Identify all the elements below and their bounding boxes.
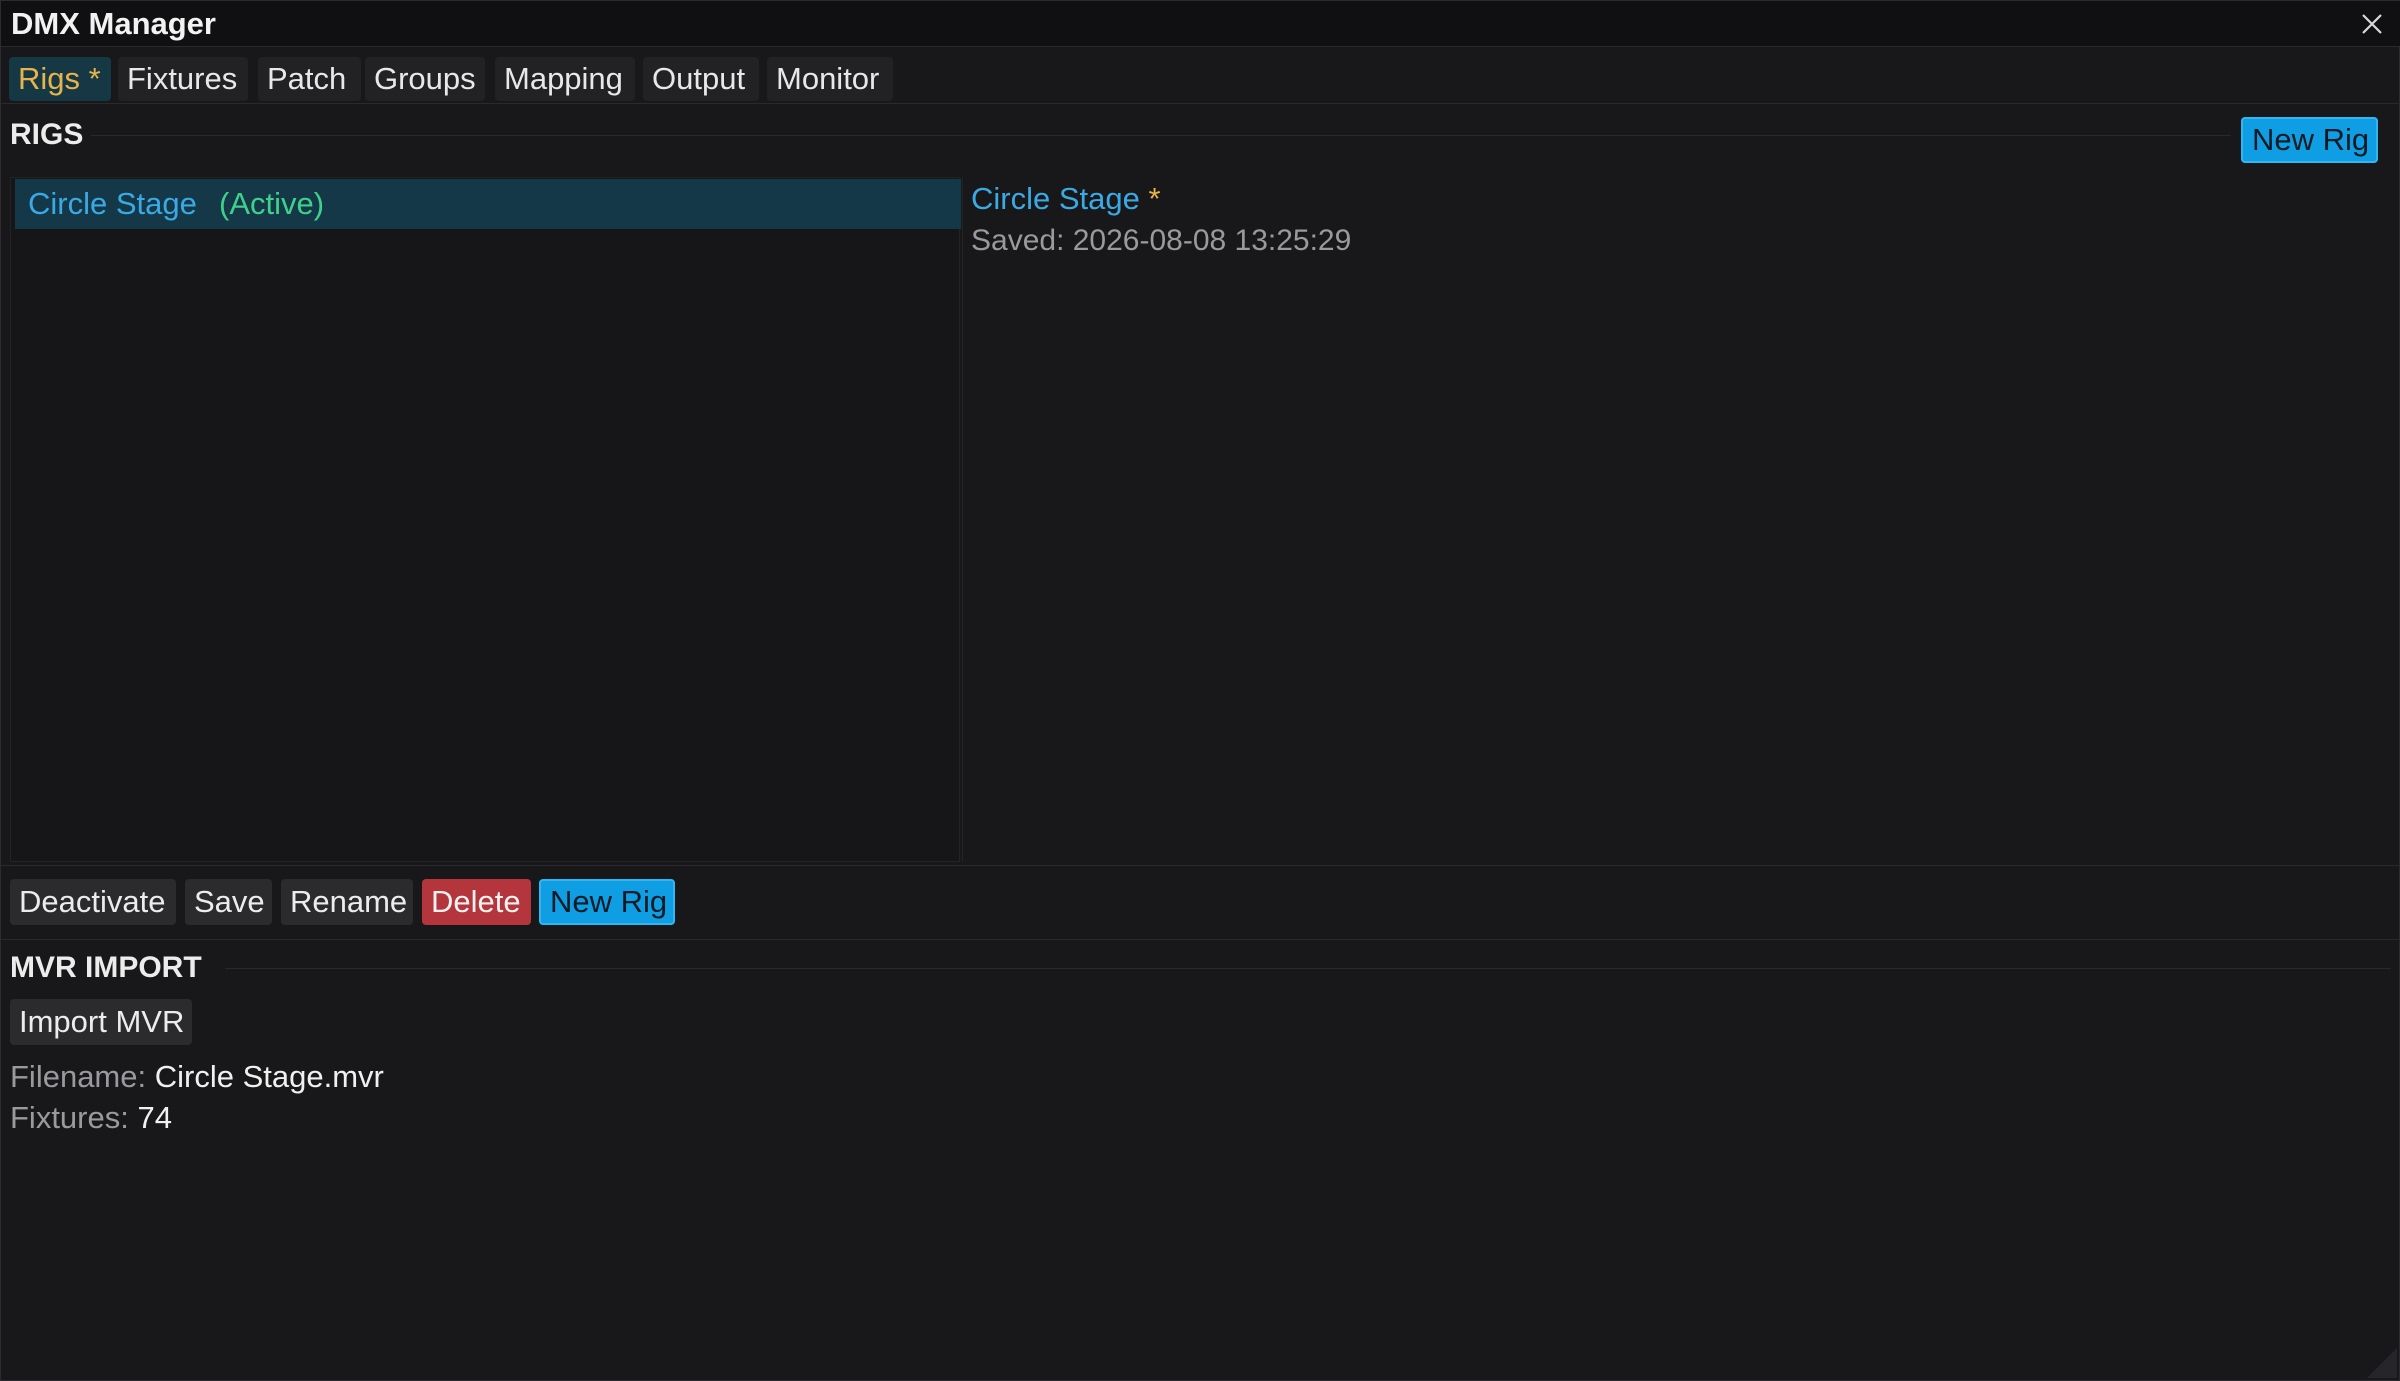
tab-mapping[interactable]: Mapping (495, 57, 635, 101)
mvr-filename-row: Filename: Circle Stage.mvr (10, 1059, 384, 1095)
rig-detail-name: Circle Stage (971, 181, 1140, 216)
mvr-fixtures-count: 74 (137, 1100, 172, 1135)
dmx-manager-window: DMX Manager Rigs * Fixtures Patch Groups… (0, 0, 2400, 1381)
rig-detail-saved-timestamp: Saved: 2026-08-08 13:25:29 (971, 224, 1352, 257)
tab-monitor[interactable]: Monitor (767, 57, 893, 101)
tab-rigs-dirty-marker: * (88, 61, 101, 96)
delete-button[interactable]: Delete (422, 879, 531, 925)
rig-list-item[interactable]: Circle Stage (Active) (15, 179, 961, 229)
rigs-section-header: RIGS (10, 118, 84, 151)
tab-output[interactable]: Output (643, 57, 759, 101)
tab-rigs[interactable]: Rigs * (9, 57, 111, 101)
tab-bar: Rigs * Fixtures Patch Groups Mapping Out… (1, 47, 2400, 104)
rigs-section-divider (91, 135, 2231, 136)
close-icon[interactable] (2355, 7, 2389, 41)
mvr-filename-value: Circle Stage.mvr (154, 1059, 384, 1094)
rig-list-item-name: Circle Stage (28, 186, 197, 221)
rig-detail-title: Circle Stage * (971, 177, 1161, 221)
new-rig-header-button[interactable]: New Rig (2241, 117, 2378, 163)
mvr-fixtures-row: Fixtures: 74 (10, 1100, 172, 1136)
new-rig-button[interactable]: New Rig (539, 879, 675, 925)
tab-rigs-label: Rigs (18, 61, 81, 96)
actions-divider (1, 939, 2400, 940)
window-title: DMX Manager (11, 6, 216, 41)
import-mvr-button[interactable]: Import MVR (10, 999, 192, 1045)
rig-detail-dirty-marker: * (1148, 181, 1161, 216)
rename-button[interactable]: Rename (281, 879, 413, 925)
mvr-section-divider (225, 968, 2391, 969)
title-bar: DMX Manager (1, 1, 2400, 47)
rig-list: Circle Stage (Active) (10, 177, 961, 862)
mvr-import-section-header: MVR IMPORT (10, 951, 202, 984)
mvr-filename-label: Filename: (10, 1059, 147, 1094)
save-button[interactable]: Save (185, 879, 272, 925)
rig-list-bottom-divider (1, 865, 2400, 866)
tab-groups[interactable]: Groups (365, 57, 485, 101)
tab-fixtures[interactable]: Fixtures (118, 57, 248, 101)
rig-detail-pane: Circle Stage * Saved: 2026-08-08 13:25:2… (962, 177, 2392, 862)
tab-patch[interactable]: Patch (258, 57, 361, 101)
mvr-fixtures-label: Fixtures: (10, 1100, 129, 1135)
deactivate-button[interactable]: Deactivate (10, 879, 176, 925)
rig-active-status: (Active) (219, 186, 325, 221)
resize-grip-icon[interactable] (2367, 1348, 2397, 1378)
